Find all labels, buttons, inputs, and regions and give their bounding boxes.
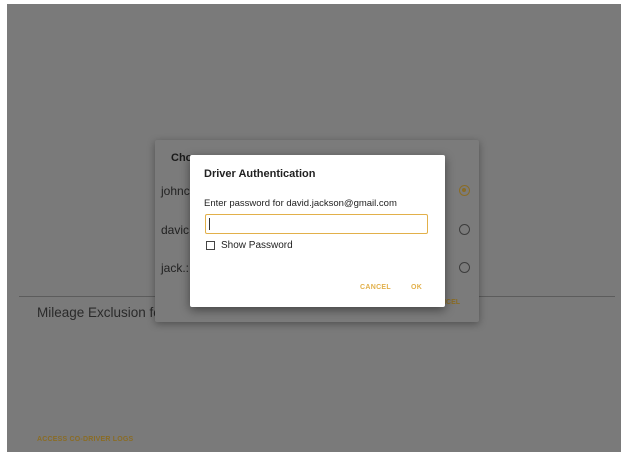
driver-option-label[interactable]: jack.: — [161, 261, 189, 275]
mileage-exclusion-label: Mileage Exclusion for — [37, 305, 166, 320]
driver-radio[interactable] — [459, 224, 470, 235]
driver-radio-selected[interactable] — [459, 185, 470, 196]
show-password-checkbox[interactable] — [206, 241, 215, 250]
password-prompt: Enter password for david.jackson@gmail.c… — [204, 198, 397, 209]
driver-option-label[interactable]: davic — [161, 223, 189, 237]
password-input[interactable] — [205, 214, 428, 234]
access-co-driver-logs-button[interactable]: ACCESS CO-DRIVER LOGS — [37, 436, 133, 443]
cancel-button[interactable]: CANCEL — [360, 284, 391, 291]
text-caret — [209, 218, 210, 230]
ok-button[interactable]: OK — [411, 284, 422, 291]
show-password-label[interactable]: Show Password — [221, 240, 293, 251]
driver-option-label[interactable]: johnc — [161, 184, 190, 198]
auth-dialog-title: Driver Authentication — [204, 168, 316, 180]
driver-authentication-dialog: Driver Authentication Enter password for… — [190, 155, 445, 307]
driver-radio[interactable] — [459, 262, 470, 273]
